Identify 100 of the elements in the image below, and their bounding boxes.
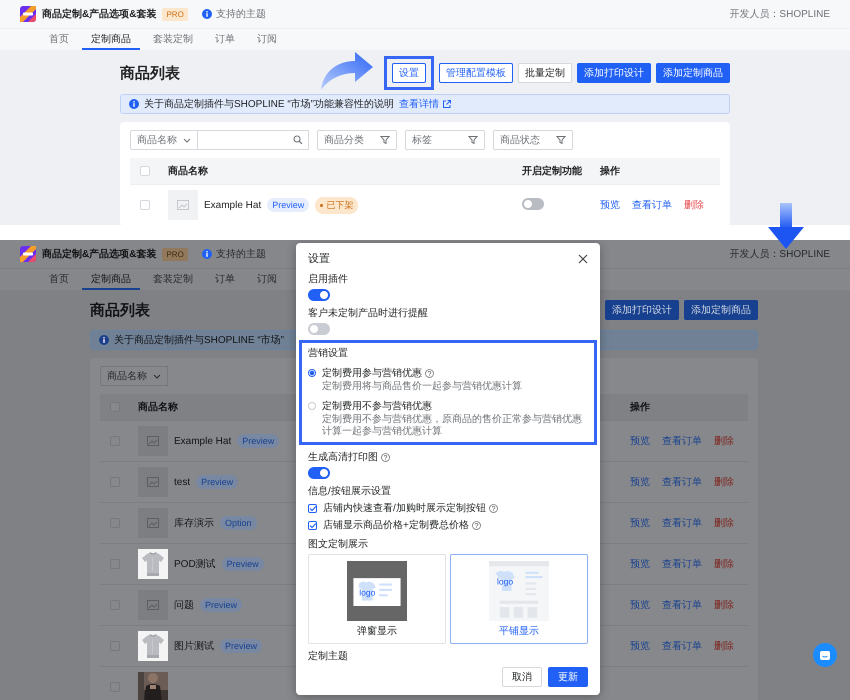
plan-badge: PRO <box>162 8 188 20</box>
option-label: 店铺内快速查看/加购时展示定制按钮 <box>323 502 486 515</box>
product-name: 库存演示 <box>174 516 214 530</box>
row-action-link[interactable]: 删除 <box>714 434 734 448</box>
row-action-link[interactable]: 预览 <box>630 434 650 448</box>
row-action-link[interactable]: 删除 <box>714 598 734 612</box>
developer-label: 开发人员：SHOPLINE <box>729 8 830 21</box>
column-header: 商品名称 <box>168 164 208 178</box>
close-button[interactable] <box>578 254 588 264</box>
search-field[interactable] <box>198 130 309 150</box>
display-option-card[interactable]: logo 弹窗显示 <box>308 554 446 644</box>
search-icon <box>293 135 303 145</box>
product-name: Example Hat <box>174 436 232 446</box>
filter-icon <box>380 135 390 145</box>
option-label: 店铺显示商品价格+定制费总价格 <box>323 518 469 532</box>
themes-link[interactable]: 支持的主题 <box>202 247 266 261</box>
row-action-link[interactable]: 查看订单 <box>662 434 702 448</box>
plan-badge: PRO <box>162 248 188 260</box>
option-description: 定制费用将与商品售价一起参与营销优惠计算 <box>322 381 523 393</box>
image-placeholder-icon <box>147 436 159 446</box>
row-action-link[interactable]: 查看订单 <box>632 198 672 212</box>
external-link-icon <box>442 99 452 109</box>
nav-tab[interactable]: 套装定制 <box>144 29 202 50</box>
toggle-switch[interactable] <box>308 289 330 301</box>
row-action-link[interactable]: 查看订单 <box>662 639 702 653</box>
dialog-button[interactable]: 更新 <box>548 667 588 687</box>
product-name: 图片测试 <box>174 640 214 653</box>
row-action-link[interactable]: 预览 <box>630 639 650 653</box>
toggle-switch[interactable] <box>308 323 330 335</box>
nav-tab[interactable]: 订单 <box>206 269 244 290</box>
product-tag: Preview <box>267 198 310 212</box>
row-action-link[interactable]: 查看订单 <box>662 557 702 571</box>
toolbar-button[interactable]: 添加定制商品 <box>656 63 730 83</box>
nav-tab[interactable]: 套装定制 <box>144 269 202 290</box>
toolbar-button[interactable]: 管理配置模板 <box>439 63 513 83</box>
nav-tab[interactable]: 定制商品 <box>82 269 140 290</box>
option-description: 定制费用不参与营销优惠，原商品的售价正常参与营销优惠计算一起参与营销优惠计算 <box>322 414 583 438</box>
product-tag: Preview <box>222 557 264 571</box>
tiled-preview-drawing: logo <box>489 561 549 621</box>
toggle-switch[interactable] <box>308 467 330 479</box>
chat-button[interactable] <box>813 643 837 667</box>
row-action-link[interactable]: 删除 <box>714 516 734 530</box>
field-select[interactable]: 商品名称 <box>130 130 198 150</box>
field-select[interactable]: 商品名称 <box>100 366 168 386</box>
radio-button[interactable] <box>308 369 316 377</box>
nav-tab[interactable]: 订单 <box>206 29 244 50</box>
row-action-link[interactable]: 删除 <box>714 475 734 489</box>
toolbar-button[interactable]: 添加定制商品 <box>684 300 758 320</box>
setting-label: 信息/按钮展示设置 <box>308 484 391 498</box>
toggle-switch[interactable] <box>522 198 544 210</box>
toolbar-button[interactable]: 设置 <box>392 63 426 83</box>
checkbox[interactable] <box>308 504 317 512</box>
image-placeholder-icon <box>177 200 189 210</box>
chevron-down-icon <box>183 136 191 144</box>
filter-select[interactable]: 标签 <box>405 130 485 150</box>
filter-select[interactable]: 商品状态 <box>493 130 573 150</box>
themes-link[interactable]: 支持的主题 <box>202 7 266 21</box>
setting-label: 生成高清打印图 <box>308 450 378 464</box>
column-header: 操作 <box>630 400 650 414</box>
column-header: 开启定制功能 <box>522 164 582 178</box>
nav-tab[interactable]: 订阅 <box>248 29 286 50</box>
row-action-link[interactable]: 删除 <box>684 198 704 212</box>
popup-preview-drawing: logo <box>347 561 407 621</box>
checkbox[interactable] <box>308 520 317 530</box>
row-action-link[interactable]: 预览 <box>630 598 650 612</box>
page-title: 商品列表 <box>120 64 180 82</box>
setting-label: 启用插件 <box>308 272 348 286</box>
toolbar-button[interactable]: 批量定制 <box>518 63 572 83</box>
setting-label: 图文定制展示 <box>308 538 368 551</box>
app-logo-icon <box>20 6 36 22</box>
nav-tab[interactable]: 订阅 <box>248 269 286 290</box>
product-name: test <box>174 476 190 488</box>
row-action-link[interactable]: 预览 <box>630 516 650 530</box>
row-action-link[interactable]: 查看订单 <box>662 598 702 612</box>
nav-tab[interactable]: 定制商品 <box>82 29 140 50</box>
row-action-link[interactable]: 预览 <box>630 557 650 571</box>
row-action-link[interactable]: 查看订单 <box>662 516 702 530</box>
row-action-link[interactable]: 删除 <box>714 557 734 571</box>
filter-select[interactable]: 商品分类 <box>317 130 397 150</box>
row-action-link[interactable]: 查看订单 <box>662 475 702 489</box>
image-placeholder-icon <box>147 600 159 610</box>
notice-text: 关于商品定制插件与SHOPLINE “市场” <box>114 334 284 347</box>
product-tag: Preview <box>237 434 280 448</box>
chat-icon <box>819 650 831 660</box>
image-placeholder-icon <box>147 518 159 528</box>
setting-label: 客户未定制产品时进行提醒 <box>308 306 428 320</box>
page-title: 商品列表 <box>90 300 150 320</box>
toolbar-button[interactable]: 添加打印设计 <box>577 63 651 83</box>
nav-tab[interactable]: 首页 <box>40 269 78 290</box>
details-link[interactable]: 查看详情 <box>399 97 452 111</box>
nav-tab[interactable]: 首页 <box>40 29 78 50</box>
display-option-card[interactable]: logo 平铺显示 <box>450 554 588 644</box>
product-tag: Option <box>220 516 257 530</box>
dialog-button[interactable]: 取消 <box>502 667 542 687</box>
row-action-link[interactable]: 预览 <box>600 198 620 212</box>
product-name: 问题 <box>174 599 194 612</box>
product-tag: Preview <box>200 598 242 612</box>
toolbar-button[interactable]: 添加打印设计 <box>605 300 679 320</box>
row-action-link[interactable]: 预览 <box>630 475 650 489</box>
row-action-link[interactable]: 删除 <box>714 639 734 653</box>
